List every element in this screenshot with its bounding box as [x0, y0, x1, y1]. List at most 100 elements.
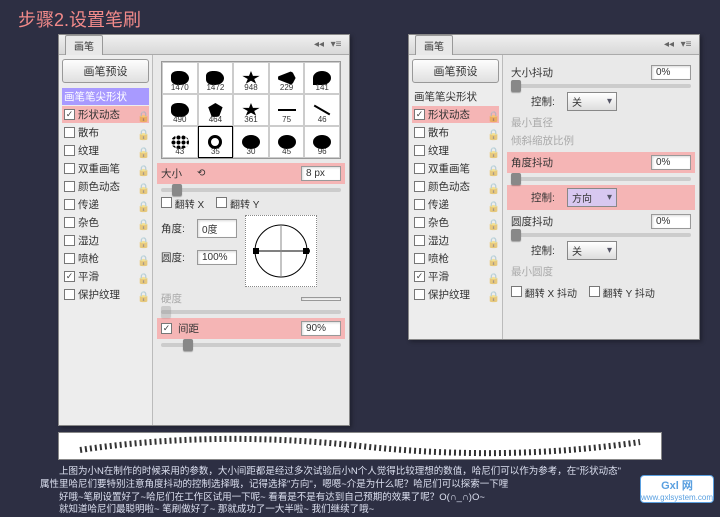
round-jitter-slider[interactable]: [511, 233, 691, 237]
size-control-select[interactable]: 关: [567, 92, 617, 111]
flipy-checkbox[interactable]: [216, 197, 227, 208]
lock-icon: 🔒: [137, 200, 147, 210]
spacing-input[interactable]: 90%: [301, 321, 341, 336]
hardness-slider: [161, 310, 341, 314]
brush-tip-settings: 1470 1472 948 229 141 490 464 361 75 46 …: [153, 55, 349, 425]
angle-control-row: 控制:方向: [507, 185, 695, 210]
checkbox-icon[interactable]: [414, 199, 425, 210]
angle-input[interactable]: 0度: [197, 219, 237, 238]
size-input[interactable]: 8 px: [301, 166, 341, 181]
checkbox-icon[interactable]: [64, 127, 75, 138]
sidebar-item-airbrush[interactable]: 喷枪🔒: [62, 250, 149, 267]
sidebar-item-noise[interactable]: 杂色🔒: [62, 214, 149, 231]
page-title: 步骤2.设置笔刷: [0, 0, 720, 32]
lock-icon: 🔒: [137, 146, 147, 156]
checkbox-icon[interactable]: [64, 289, 75, 300]
shape-dynamics-settings: 大小抖动0% 控制:关 最小直径 倾斜缩放比例 角度抖动0% 控制:方向 圆度抖…: [503, 55, 699, 339]
checkbox-icon[interactable]: [64, 199, 75, 210]
hardness-label: 硬度: [161, 291, 191, 306]
checkbox-icon[interactable]: [414, 217, 425, 228]
angle-jitter-slider[interactable]: [511, 177, 691, 181]
checkbox-icon[interactable]: [64, 109, 75, 120]
checkbox-icon[interactable]: [64, 253, 75, 264]
sidebar-item-scatter[interactable]: 散布🔒: [412, 124, 499, 141]
collapse-icon[interactable]: ◂◂: [662, 39, 676, 51]
sidebar-item-wetedge[interactable]: 湿边🔒: [412, 232, 499, 249]
preset-button[interactable]: 画笔预设: [412, 59, 499, 83]
roundness-input[interactable]: 100%: [197, 250, 237, 265]
size-jitter-slider[interactable]: [511, 84, 691, 88]
flipx-checkbox[interactable]: [161, 197, 172, 208]
lock-icon: 🔒: [137, 218, 147, 228]
sidebar-item-texture[interactable]: 纹理🔒: [62, 142, 149, 159]
checkbox-icon[interactable]: [414, 145, 425, 156]
sidebar-item-noise[interactable]: 杂色🔒: [412, 214, 499, 231]
lock-icon: 🔒: [487, 128, 497, 138]
sidebar-item-shape-dynamics[interactable]: 形状动态🔒: [62, 106, 149, 123]
sidebar-item-texture[interactable]: 纹理🔒: [412, 142, 499, 159]
size-jitter-input[interactable]: 0%: [651, 65, 691, 80]
angle-control-select[interactable]: 方向: [567, 188, 617, 207]
spacing-row: 间距 90%: [157, 318, 345, 339]
sidebar-item-wetedge[interactable]: 湿边🔒: [62, 232, 149, 249]
size-slider[interactable]: [161, 188, 341, 192]
checkbox-icon[interactable]: [64, 271, 75, 282]
tab-brush[interactable]: 画笔: [415, 35, 453, 56]
sidebar-item-smooth[interactable]: 平滑🔒: [412, 268, 499, 285]
sidebar-item-tip-shape[interactable]: 画笔笔尖形状: [62, 88, 149, 105]
lock-icon: 🔒: [487, 272, 497, 282]
sidebar-item-tip-shape[interactable]: 画笔笔尖形状: [412, 88, 499, 105]
tab-brush[interactable]: 画笔: [65, 35, 103, 56]
flipy-jitter-checkbox[interactable]: [589, 286, 600, 297]
lock-icon: 🔒: [137, 110, 147, 120]
angle-jitter-row: 角度抖动0%: [507, 152, 695, 173]
panel-tabbar: 画笔 ◂◂ ▾≡: [409, 35, 699, 55]
checkbox-icon[interactable]: [64, 163, 75, 174]
sidebar-item-smooth[interactable]: 平滑🔒: [62, 268, 149, 285]
lock-icon: 🔒: [487, 218, 497, 228]
sidebar-item-protect[interactable]: 保护纹理🔒: [62, 286, 149, 303]
preset-button[interactable]: 画笔预设: [62, 59, 149, 83]
checkbox-icon[interactable]: [64, 217, 75, 228]
flipx-jitter-checkbox[interactable]: [511, 286, 522, 297]
lock-icon: 🔒: [487, 164, 497, 174]
size-row: 大小 ⟲ 8 px: [157, 163, 345, 184]
lock-icon: 🔒: [487, 254, 497, 264]
checkbox-icon[interactable]: [414, 109, 425, 120]
brush-sidebar: 画笔预设 画笔笔尖形状 形状动态🔒 散布🔒 纹理🔒 双重画笔🔒 颜色动态🔒 传递…: [409, 55, 503, 339]
lock-icon: 🔒: [137, 236, 147, 246]
menu-icon[interactable]: ▾≡: [329, 39, 343, 51]
sidebar-item-color[interactable]: 颜色动态🔒: [412, 178, 499, 195]
round-jitter-input[interactable]: 0%: [651, 214, 691, 229]
spacing-slider[interactable]: [161, 343, 341, 347]
angle-jitter-input[interactable]: 0%: [651, 155, 691, 170]
spacing-checkbox[interactable]: [161, 323, 172, 334]
brush-grid[interactable]: 1470 1472 948 229 141 490 464 361 75 46 …: [161, 61, 341, 159]
collapse-icon[interactable]: ◂◂: [312, 39, 326, 51]
sidebar-item-dual[interactable]: 双重画笔🔒: [412, 160, 499, 177]
menu-icon[interactable]: ▾≡: [679, 39, 693, 51]
reset-icon[interactable]: ⟲: [197, 168, 205, 179]
checkbox-icon[interactable]: [414, 127, 425, 138]
checkbox-icon[interactable]: [64, 145, 75, 156]
sidebar-item-protect[interactable]: 保护纹理🔒: [412, 286, 499, 303]
sidebar-item-dual[interactable]: 双重画笔🔒: [62, 160, 149, 177]
sidebar-item-color[interactable]: 颜色动态🔒: [62, 178, 149, 195]
checkbox-icon[interactable]: [414, 253, 425, 264]
sidebar-item-transfer[interactable]: 传递🔒: [62, 196, 149, 213]
checkbox-icon[interactable]: [414, 163, 425, 174]
sidebar-item-shape-dynamics[interactable]: 形状动态🔒: [412, 106, 499, 123]
checkbox-icon[interactable]: [414, 289, 425, 300]
angle-widget[interactable]: [245, 215, 317, 287]
checkbox-icon[interactable]: [414, 181, 425, 192]
sidebar-item-scatter[interactable]: 散布🔒: [62, 124, 149, 141]
checkbox-icon[interactable]: [414, 271, 425, 282]
lock-icon: 🔒: [487, 200, 497, 210]
round-control-select[interactable]: 关: [567, 241, 617, 260]
checkbox-icon[interactable]: [64, 181, 75, 192]
lock-icon: 🔒: [487, 290, 497, 300]
sidebar-item-airbrush[interactable]: 喷枪🔒: [412, 250, 499, 267]
checkbox-icon[interactable]: [414, 235, 425, 246]
sidebar-item-transfer[interactable]: 传递🔒: [412, 196, 499, 213]
checkbox-icon[interactable]: [64, 235, 75, 246]
